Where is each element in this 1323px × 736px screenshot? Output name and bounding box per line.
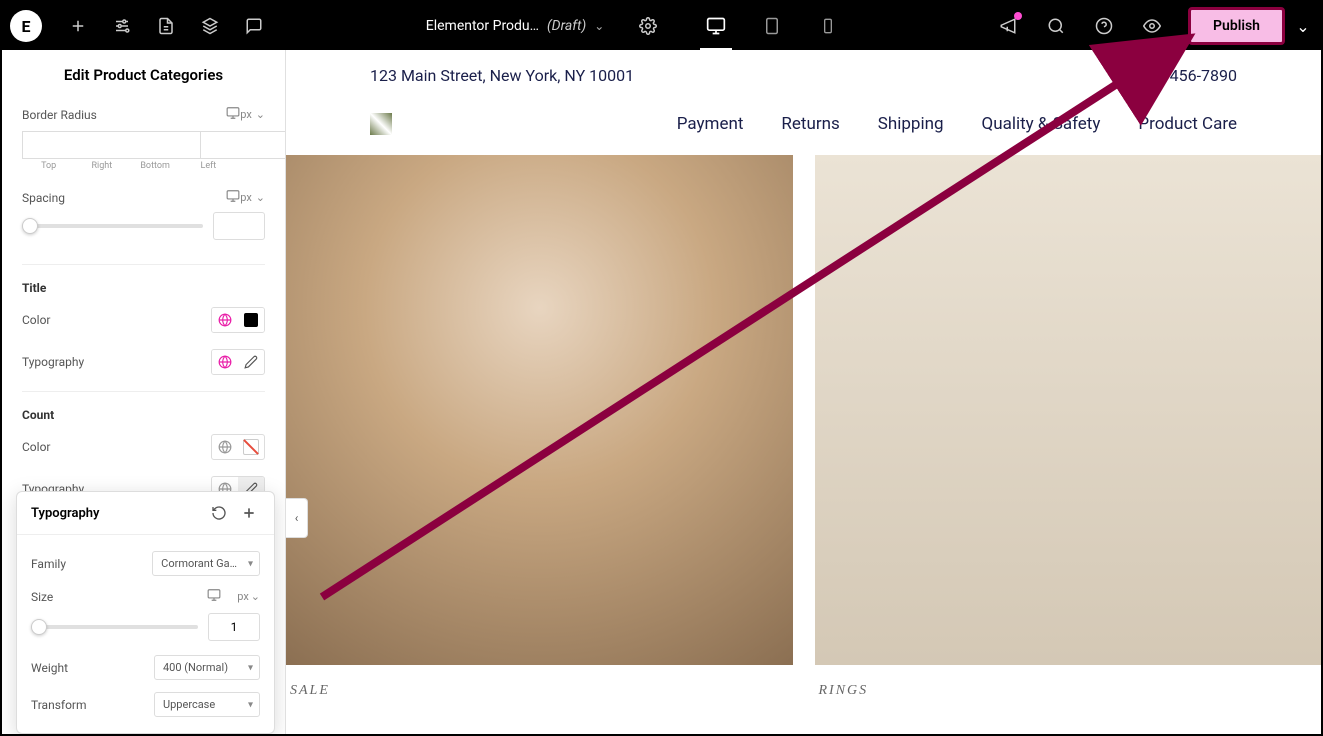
global-color-icon[interactable] — [212, 435, 238, 459]
collapse-sidebar-icon[interactable]: ‹ — [286, 498, 308, 538]
responsive-icon[interactable] — [207, 588, 221, 605]
radius-top-input[interactable] — [22, 131, 200, 159]
responsive-icon[interactable] — [226, 189, 240, 206]
site-menu: Payment Returns Shipping Quality & Safet… — [677, 114, 1237, 134]
menu-item[interactable]: Shipping — [878, 114, 944, 134]
product-label: SALE — [286, 665, 793, 717]
radius-right-input[interactable] — [200, 131, 286, 159]
count-section-heading: Count — [2, 400, 285, 426]
corner-label: Left — [182, 161, 235, 171]
product-image — [286, 155, 793, 665]
gear-icon[interactable] — [628, 6, 668, 46]
menu-item[interactable]: Returns — [781, 114, 839, 134]
edit-typo-icon[interactable] — [238, 350, 264, 374]
corner-label: Top — [22, 161, 75, 171]
popover-title: Typography — [31, 506, 100, 521]
product-label: RINGS — [815, 665, 1322, 717]
weight-select[interactable]: 400 (Normal) — [154, 655, 260, 680]
phone-text: 123-456-7890 — [1138, 66, 1237, 85]
comment-icon[interactable] — [234, 6, 274, 46]
color-swatch[interactable] — [238, 308, 264, 332]
device-desktop[interactable] — [696, 6, 736, 46]
phone-icon — [1114, 68, 1130, 84]
title-typo-label: Typography — [22, 355, 84, 369]
corner-label: Bottom — [129, 161, 182, 171]
size-label: Size — [31, 590, 53, 604]
title-color-label: Color — [22, 313, 50, 327]
document-icon[interactable] — [146, 6, 186, 46]
settings-sliders-icon[interactable] — [102, 6, 142, 46]
site-logo[interactable] — [370, 113, 392, 135]
publish-dropdown-icon[interactable]: ⌄ — [1293, 17, 1313, 36]
global-color-icon[interactable] — [212, 308, 238, 332]
product-card[interactable]: SALE — [286, 155, 793, 717]
size-unit[interactable]: px ⌄ — [237, 590, 260, 603]
product-image — [815, 155, 1322, 665]
chevron-down-icon[interactable]: ⌄ — [594, 19, 604, 33]
product-card[interactable]: RINGS — [815, 155, 1322, 717]
address-text: 123 Main Street, New York, NY 10001 — [370, 66, 634, 85]
announcements-icon[interactable] — [988, 6, 1028, 46]
typography-popover: Typography Family Cormorant Ga… Size px — [16, 491, 275, 734]
family-select[interactable]: Cormorant Ga… — [152, 551, 260, 576]
size-slider[interactable] — [31, 625, 198, 629]
editor-sidebar: Edit Product Categories Border Radius px… — [2, 50, 286, 734]
size-input[interactable] — [208, 613, 260, 641]
spacing-slider[interactable] — [22, 224, 203, 228]
reset-icon[interactable] — [208, 502, 230, 524]
no-color-swatch[interactable] — [238, 435, 264, 459]
menu-item[interactable]: Payment — [677, 114, 744, 134]
add-icon[interactable] — [58, 6, 98, 46]
page-title: Elementor Produ… — [426, 18, 539, 34]
border-radius-label: Border Radius — [22, 108, 226, 122]
preview-canvas: ‹ 123 Main Street, New York, NY 10001 12… — [286, 50, 1321, 734]
title-section-heading: Title — [2, 273, 285, 299]
weight-label: Weight — [31, 661, 68, 675]
transform-label: Transform — [31, 698, 87, 712]
device-tablet[interactable] — [752, 6, 792, 46]
sidebar-title: Edit Product Categories — [2, 50, 285, 100]
search-icon[interactable] — [1036, 6, 1076, 46]
device-switcher — [696, 6, 848, 46]
preview-icon[interactable] — [1132, 6, 1172, 46]
transform-select[interactable]: Uppercase — [154, 692, 260, 717]
count-color-label: Color — [22, 440, 50, 454]
spacing-input[interactable] — [213, 212, 265, 240]
device-mobile[interactable] — [808, 6, 848, 46]
page-status: (Draft) — [547, 18, 586, 34]
add-icon[interactable] — [238, 502, 260, 524]
help-icon[interactable] — [1084, 6, 1124, 46]
page-title-group[interactable]: Elementor Produ… (Draft) ⌄ — [414, 18, 617, 34]
app-topbar: E Elementor Produ… (Draft) ⌄ Publish ⌄ — [2, 2, 1321, 50]
publish-button[interactable]: Publish — [1188, 7, 1285, 45]
unit-selector[interactable]: px ⌄ — [240, 191, 265, 204]
global-typo-icon[interactable] — [212, 350, 238, 374]
menu-item[interactable]: Quality & Safety — [982, 114, 1101, 134]
responsive-icon[interactable] — [226, 106, 240, 123]
elementor-logo[interactable]: E — [10, 10, 42, 42]
layers-icon[interactable] — [190, 6, 230, 46]
corner-label: Right — [75, 161, 128, 171]
family-label: Family — [31, 557, 66, 571]
menu-item[interactable]: Product Care — [1138, 114, 1237, 134]
unit-selector[interactable]: px ⌄ — [240, 108, 265, 121]
spacing-label: Spacing — [22, 191, 226, 205]
